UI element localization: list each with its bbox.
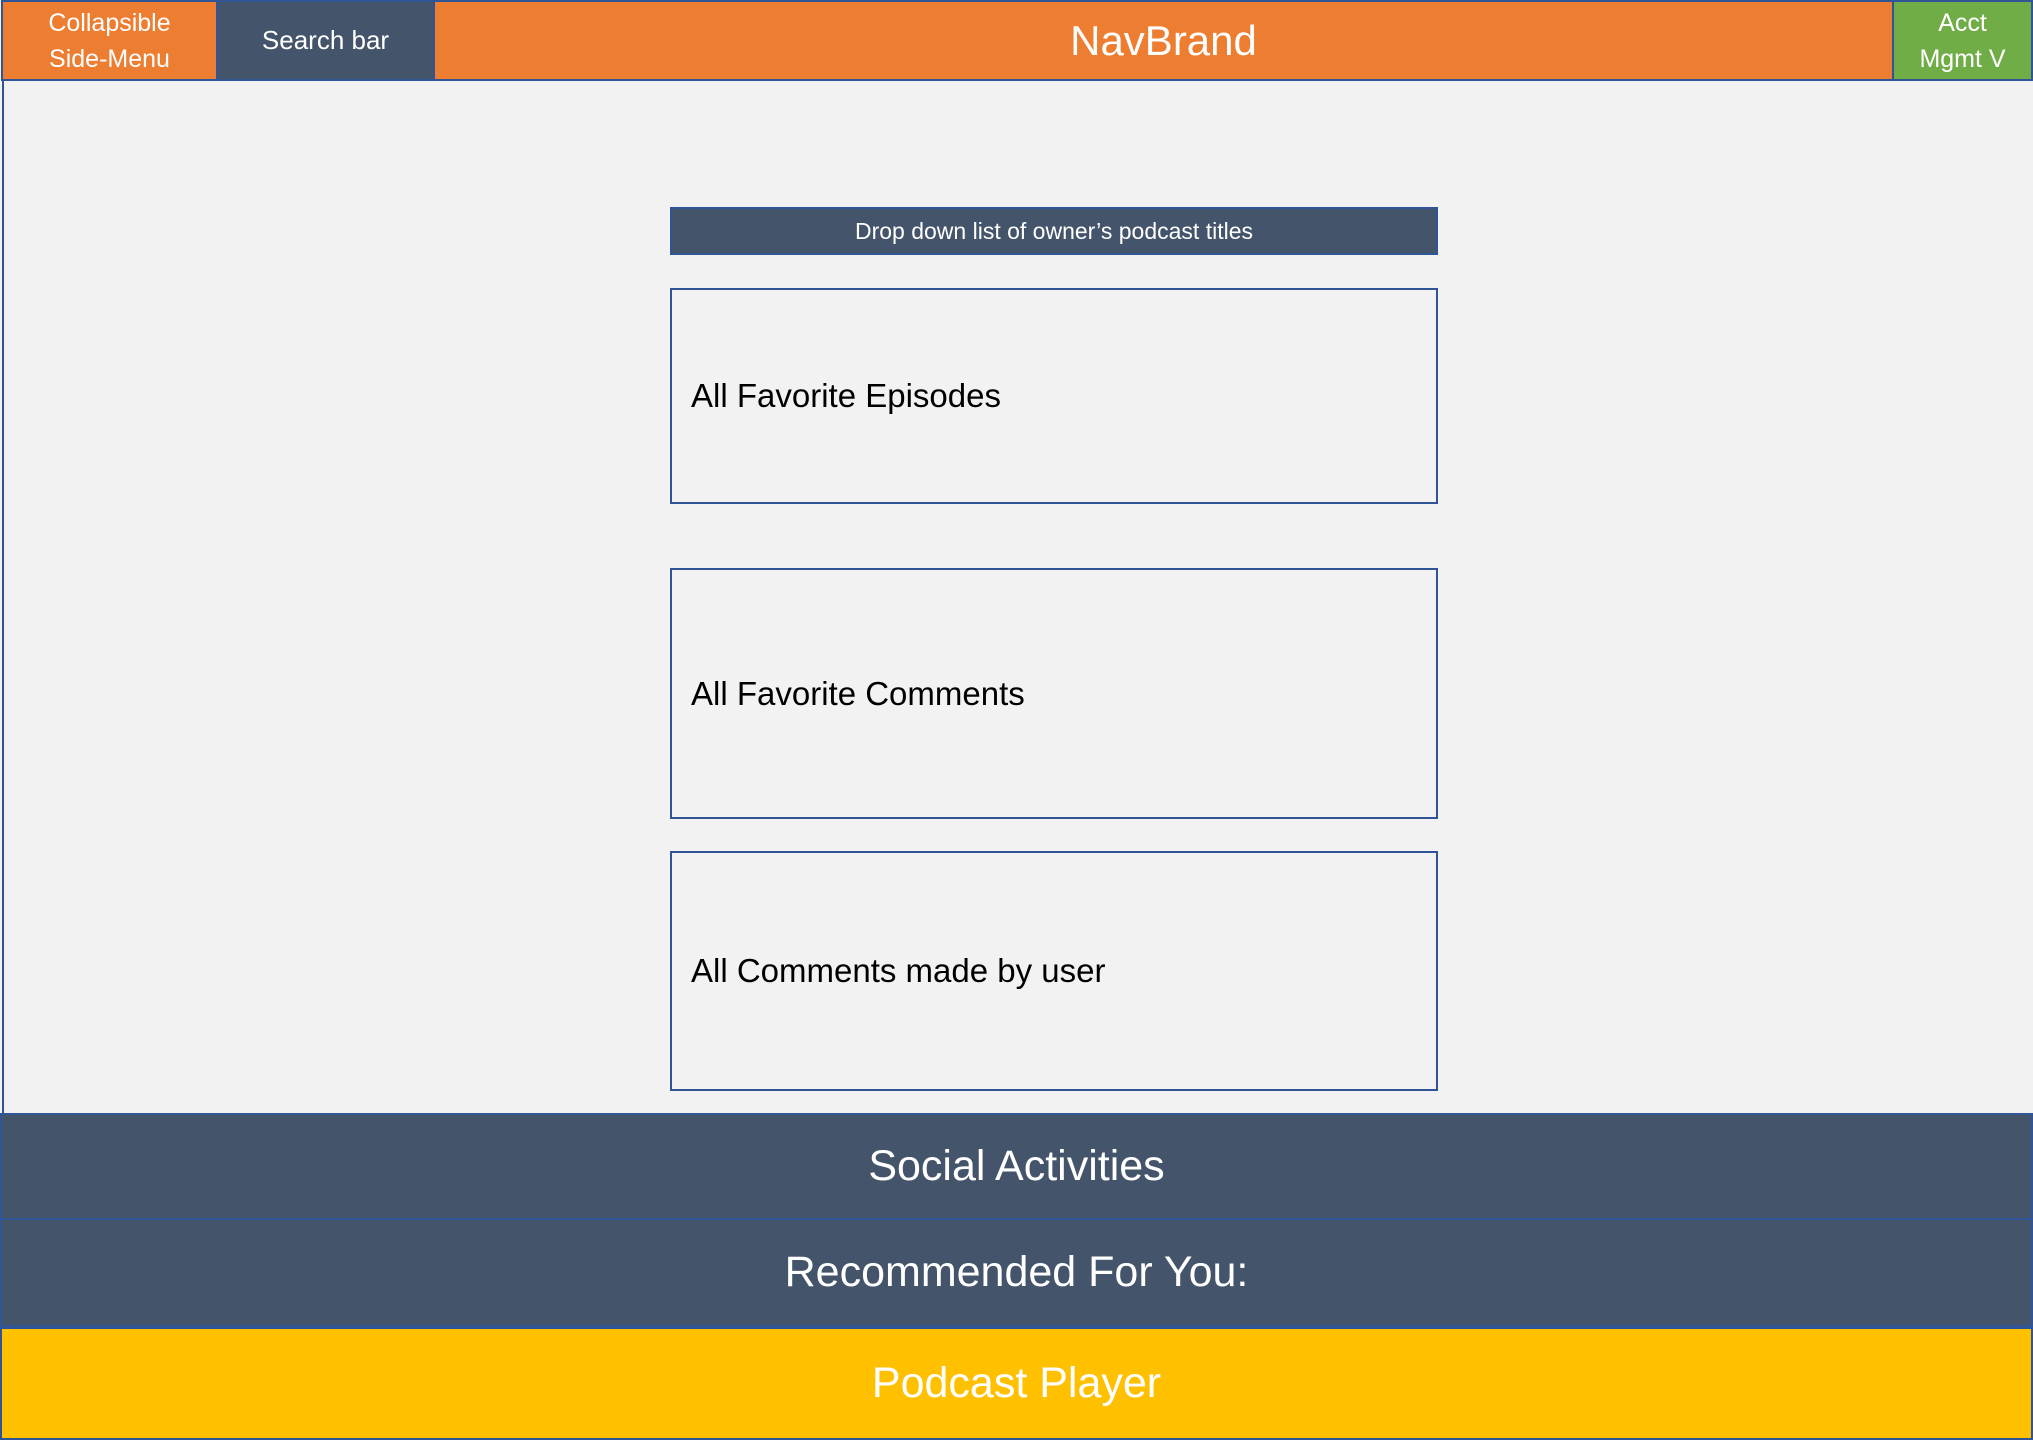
user-comments-label: All Comments made by user <box>691 952 1106 989</box>
dropdown-label: Drop down list of owner’s podcast titles <box>854 217 1253 244</box>
nav-brand[interactable]: NavBrand <box>433 0 1894 81</box>
acct-label-line1: Acct <box>1938 8 1987 37</box>
main-content: Drop down list of owner’s podcast titles… <box>2 81 2031 1113</box>
podcast-titles-dropdown[interactable]: Drop down list of owner’s podcast titles <box>670 207 1438 255</box>
wireframe-page: Collapsible Side-Menu Search bar NavBran… <box>0 0 2033 1440</box>
favorite-comments-label: All Favorite Comments <box>691 674 1025 712</box>
acct-label-line2: Mgmt V <box>1919 44 2006 73</box>
podcast-player-bar[interactable]: Podcast Player <box>0 1327 2033 1440</box>
social-activities-label: Social Activities <box>868 1142 1165 1190</box>
account-management-label: Acct Mgmt V <box>1919 5 2005 77</box>
user-comments-panel[interactable]: All Comments made by user <box>670 851 1438 1091</box>
favorite-episodes-label: All Favorite Episodes <box>691 377 1001 414</box>
podcast-player-label: Podcast Player <box>871 1359 1162 1407</box>
brand-label: NavBrand <box>1070 16 1257 64</box>
favorite-comments-panel[interactable]: All Favorite Comments <box>670 568 1438 819</box>
recommended-label: Recommended For You: <box>784 1248 1249 1296</box>
collapsible-side-menu-button[interactable]: Collapsible Side-Menu <box>1 0 218 81</box>
side-menu-label-line1: Collapsible <box>48 8 171 37</box>
side-menu-label-line2: Side-Menu <box>49 44 170 73</box>
side-menu-label: Collapsible Side-Menu <box>48 5 170 77</box>
favorite-episodes-panel[interactable]: All Favorite Episodes <box>670 288 1438 504</box>
recommended-for-you-bar[interactable]: Recommended For You: <box>0 1219 2033 1327</box>
search-bar[interactable]: Search bar <box>216 0 435 81</box>
search-bar-label: Search bar <box>261 25 390 55</box>
social-activities-bar[interactable]: Social Activities <box>0 1113 2033 1219</box>
account-management-button[interactable]: Acct Mgmt V <box>1892 0 2033 81</box>
top-navbar: Collapsible Side-Menu Search bar NavBran… <box>0 0 2033 81</box>
